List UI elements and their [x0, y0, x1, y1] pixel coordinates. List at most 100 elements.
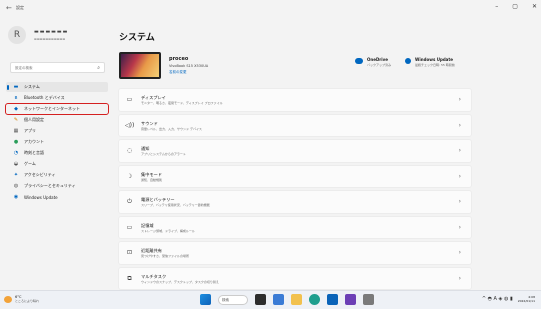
- user-email: ▬▬▬▬▬▬▬▬▬▬▬: [34, 37, 66, 41]
- speaker-icon: ◁)): [125, 121, 135, 129]
- widgets-icon[interactable]: [273, 294, 284, 305]
- search-box[interactable]: 設定の検索 ⌕: [10, 62, 105, 73]
- card-power-battery[interactable]: ⏻ 電源とバッテリー スリープ、バッテリ使用状況、バッテリー節約機能 ›: [118, 190, 472, 214]
- bell-icon: ◌: [126, 147, 133, 154]
- sun-cloud-icon: [4, 295, 12, 303]
- chevron-right-icon: ›: [458, 198, 461, 205]
- page-title: システム: [119, 33, 155, 43]
- clock-date: 2022/01/11: [517, 299, 535, 303]
- taskbar-search[interactable]: 検索: [218, 294, 248, 305]
- card-subtitle: ストレージ領域、ドライブ、構成ルール: [141, 228, 195, 233]
- multitask-icon: ⧉: [127, 274, 132, 282]
- maximize-button[interactable]: ▢: [512, 3, 518, 10]
- avatar[interactable]: R: [8, 26, 26, 44]
- window-title: 設定: [16, 5, 24, 10]
- card-subtitle: 通知、自動規則: [141, 177, 163, 182]
- file-explorer-icon[interactable]: [291, 294, 302, 305]
- storage-icon: ▭: [126, 223, 133, 231]
- search-icon[interactable]: ⌕: [97, 65, 100, 71]
- update-icon: ◉: [13, 194, 19, 200]
- card-subtitle: 音量レベル、出力、入力、サウンド デバイス: [141, 126, 202, 131]
- card-subtitle: アプリとシステムからのアラート: [141, 152, 186, 156]
- service-title: OneDrive: [367, 57, 388, 62]
- card-multitasking[interactable]: ⧉ マルチタスク ウィンドウのスナップ、デスクトップ、タスクの切り替え ›: [118, 266, 472, 290]
- brush-icon: ✎: [13, 117, 19, 123]
- device-model: VivoBook S15 X530UA: [169, 64, 209, 68]
- sidebar-item-system[interactable]: ▬ システム: [6, 82, 108, 92]
- monitor-icon: ▭: [126, 96, 133, 103]
- card-subtitle: モニター、明るさ、夜間モード、ディスプレイ プロファイル: [141, 101, 223, 105]
- sidebar-item-time-language[interactable]: ◔ 時刻と言語: [6, 148, 108, 158]
- sidebar-item-privacy[interactable]: ◍ プライバシーとセキュリティ: [6, 181, 108, 191]
- card-storage[interactable]: ▭ 記憶域 ストレージ領域、ドライブ、構成ルール ›: [118, 215, 472, 239]
- moon-icon: ☽: [126, 172, 133, 180]
- card-nearby-sharing[interactable]: ⊡ 近距離共有 見つけやすさ、受信ファイルの場所 ›: [118, 241, 472, 265]
- sidebar-item-label: ゲーム: [24, 161, 36, 166]
- cloud-icon: [355, 58, 363, 64]
- share-icon: ⊡: [126, 249, 133, 256]
- rename-link[interactable]: 名前の変更: [169, 70, 187, 75]
- tray-icons[interactable]: ^ ◓ A ◈ ◍ ▮: [482, 296, 513, 302]
- update-icon: [405, 58, 411, 64]
- sidebar-item-gaming[interactable]: ◒ ゲーム: [6, 159, 108, 169]
- back-arrow-icon[interactable]: ←: [6, 4, 12, 12]
- sidebar-item-label: プライバシーとセキュリティ: [24, 183, 76, 188]
- service-title: Windows Update: [415, 57, 454, 62]
- shield-icon: ◍: [13, 183, 19, 189]
- accessibility-icon: ✦: [13, 172, 19, 178]
- chevron-right-icon: ›: [458, 172, 461, 180]
- card-notifications[interactable]: ◌ 通知 アプリとシステムからのアラート ›: [118, 139, 472, 163]
- clock[interactable]: 4:08 2022/01/11: [518, 295, 535, 303]
- app-icon[interactable]: [345, 294, 356, 305]
- card-focus[interactable]: ☽ 集中モード 通知、自動規則 ›: [118, 164, 472, 188]
- store-icon[interactable]: [327, 294, 338, 305]
- avatar-glyph: R: [13, 30, 21, 40]
- sidebar-item-windows-update[interactable]: ◉ Windows Update: [6, 192, 108, 202]
- sidebar-item-bluetooth[interactable]: ʙ Bluetooth とデバイス: [6, 93, 108, 103]
- sidebar-item-label: ネットワークとインターネット: [24, 106, 80, 111]
- power-icon: ⏻: [127, 198, 132, 205]
- search-input[interactable]: 設定の検索: [15, 66, 33, 71]
- settings-list: ▭ ディスプレイ モニター、明るさ、夜間モード、ディスプレイ プロファイル › …: [118, 88, 472, 292]
- account-icon: ●: [13, 139, 19, 145]
- edge-icon[interactable]: [309, 294, 320, 305]
- sidebar-item-network[interactable]: ◆ ネットワークとインターネット: [5, 103, 109, 115]
- device-name: proceo: [169, 56, 189, 62]
- windows-update-status[interactable]: Windows Update 最終チェック日時: 55 時間前: [405, 57, 455, 67]
- taskbar-apps: 検索: [200, 294, 374, 305]
- sidebar-item-label: Bluetooth とデバイス: [24, 95, 65, 100]
- chevron-right-icon: ›: [458, 249, 461, 256]
- device-image: [119, 52, 161, 79]
- sidebar-item-label: 時刻と言語: [24, 150, 44, 155]
- minimize-button[interactable]: –: [495, 3, 498, 10]
- onedrive-status[interactable]: OneDrive バックアップ済み: [355, 57, 391, 67]
- chevron-right-icon: ›: [458, 121, 461, 129]
- taskbar: 6°C ところにより晴れ 検索 ^ ◓ A ◈ ◍ ▮ 4:08 2022/01…: [0, 290, 541, 309]
- chevron-right-icon: ›: [458, 274, 461, 282]
- sidebar-item-accounts[interactable]: ● アカウント: [6, 137, 108, 147]
- chevron-right-icon: ›: [458, 96, 461, 103]
- sidebar-item-personalization[interactable]: ✎ 個人用設定: [6, 115, 108, 125]
- sidebar-item-label: 個人用設定: [24, 117, 44, 122]
- apps-icon: ▦: [13, 128, 19, 134]
- gamepad-icon: ◒: [13, 161, 19, 167]
- task-view-icon[interactable]: [255, 294, 266, 305]
- taskbar-search-label: 検索: [222, 297, 229, 302]
- close-button[interactable]: ✕: [532, 3, 537, 10]
- windows-start-icon[interactable]: [200, 294, 211, 305]
- weather-widget[interactable]: 6°C ところにより晴れ: [4, 295, 39, 303]
- sidebar-item-label: Windows Update: [24, 194, 58, 200]
- bluetooth-icon: ʙ: [14, 95, 18, 101]
- card-subtitle: 見つけやすさ、受信ファイルの場所: [141, 254, 190, 258]
- sidebar-item-label: アクセシビリティ: [24, 172, 56, 177]
- sidebar-item-apps[interactable]: ▦ アプリ: [6, 126, 108, 136]
- window-controls: – ▢ ✕: [495, 3, 537, 10]
- system-tray: ^ ◓ A ◈ ◍ ▮ 4:08 2022/01/11: [482, 295, 535, 303]
- card-display[interactable]: ▭ ディスプレイ モニター、明るさ、夜間モード、ディスプレイ プロファイル ›: [118, 88, 472, 112]
- card-subtitle: スリープ、バッテリ使用状況、バッテリー節約機能: [141, 203, 210, 207]
- card-subtitle: ウィンドウのスナップ、デスクトップ、タスクの切り替え: [141, 279, 219, 284]
- settings-gear-icon[interactable]: [363, 294, 374, 305]
- sidebar-item-label: アカウント: [24, 139, 44, 144]
- card-sound[interactable]: ◁)) サウンド 音量レベル、出力、入力、サウンド デバイス ›: [118, 113, 472, 137]
- sidebar-item-accessibility[interactable]: ✦ アクセシビリティ: [6, 170, 108, 180]
